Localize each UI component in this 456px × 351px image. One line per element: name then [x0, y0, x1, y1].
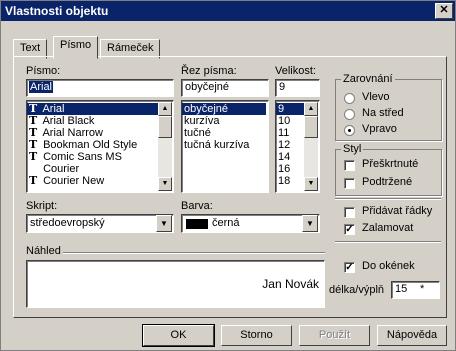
font-list-scrollbar[interactable]: ▲ ▼	[158, 102, 172, 191]
scroll-thumb[interactable]	[304, 116, 318, 138]
length-input[interactable]: 15 *	[391, 281, 440, 299]
size-list-item[interactable]: 16	[276, 163, 304, 175]
size-list-item[interactable]: 12	[276, 139, 304, 151]
align-left-radio[interactable]	[344, 93, 355, 104]
divider	[335, 241, 441, 243]
style-input[interactable]: obyčejné	[181, 79, 269, 97]
fill-value: *	[420, 283, 425, 295]
script-select[interactable]: středoevropský	[26, 214, 174, 233]
font-item-label: Arial Black	[42, 115, 95, 127]
script-value: středoevropský	[30, 217, 105, 229]
style-list-item[interactable]: tučné	[182, 127, 266, 139]
style-list-item[interactable]: obyčejné	[182, 103, 266, 115]
tab-frame-label: Rámeček	[107, 42, 154, 54]
tab-font-label: Písmo	[60, 39, 92, 51]
wrap-label[interactable]: Zalamovat	[362, 222, 413, 234]
font-list-item[interactable]: Courier	[27, 163, 159, 175]
font-item-label: Bookman Old Style	[43, 139, 138, 151]
truetype-icon: T	[29, 150, 38, 163]
color-value: černá	[212, 217, 240, 229]
title-bar[interactable]: Vlastnosti objektu ✕	[1, 1, 455, 21]
scroll-up-icon[interactable]: ▲	[304, 102, 318, 116]
preview-box: Jan Novák	[26, 260, 325, 308]
size-list-item[interactable]: 14	[276, 151, 304, 163]
size-list-item[interactable]: 9	[276, 103, 304, 115]
align-center-radio[interactable]	[344, 109, 355, 120]
font-list[interactable]: T Arial T Arial Black T Arial Narrow T B…	[26, 100, 174, 193]
alignment-label: Zarovnání	[341, 73, 395, 85]
font-input[interactable]: Arial	[26, 79, 174, 97]
cancel-button[interactable]: Storno	[221, 325, 292, 346]
divider	[63, 252, 325, 254]
window-title: Vlastnosti objektu	[5, 4, 109, 18]
style-list-rows: obyčejné kurzíva tučné tučná kurzíva	[182, 103, 266, 151]
add-lines-label[interactable]: Přidávat řádky	[362, 205, 432, 217]
chevron-down-icon[interactable]: ▼	[302, 215, 318, 232]
styl-label: Styl	[341, 143, 364, 155]
font-item-label: Courier	[43, 163, 80, 175]
font-input-value: Arial	[29, 81, 54, 93]
scroll-thumb[interactable]	[158, 116, 172, 138]
close-icon[interactable]: ✕	[435, 3, 453, 19]
help-button[interactable]: Nápověda	[377, 325, 447, 346]
wrap-checkbox[interactable]: ✓	[344, 224, 355, 235]
dialog-window: Vlastnosti objektu ✕ Text Písmo Rámeček …	[0, 0, 456, 351]
chevron-down-icon[interactable]: ▼	[156, 215, 172, 232]
size-list-rows: 9 10 11 12 14 16 18	[276, 103, 304, 187]
do-okenek-label[interactable]: Do okének	[362, 260, 415, 272]
align-right-label[interactable]: Vpravo	[362, 123, 397, 135]
add-lines-checkbox[interactable]	[344, 207, 355, 218]
script-label: Skript:	[26, 200, 58, 212]
strike-label[interactable]: Přeškrtnuté	[362, 158, 418, 170]
align-right-radio[interactable]	[344, 125, 355, 136]
truetype-icon: T	[29, 174, 38, 187]
style-list-item[interactable]: tučná kurzíva	[182, 139, 266, 151]
align-left-label[interactable]: Vlevo	[362, 91, 390, 103]
font-list-item[interactable]: T Comic Sans MS	[27, 150, 159, 164]
scroll-down-icon[interactable]: ▼	[304, 177, 318, 191]
preview-label: Náhled	[26, 245, 61, 257]
style-list[interactable]: obyčejné kurzíva tučné tučná kurzíva	[181, 100, 269, 193]
size-list-item[interactable]: 11	[276, 127, 304, 139]
font-item-label: Arial Narrow	[42, 127, 103, 139]
preview-text: Jan Novák	[262, 277, 319, 291]
font-label: Písmo:	[26, 65, 61, 77]
font-list-item[interactable]: T Arial Narrow	[27, 127, 159, 140]
font-list-item[interactable]: T Bookman Old Style	[27, 139, 159, 152]
style-label: Řez písma:	[181, 65, 237, 77]
apply-button[interactable]: Použít	[299, 325, 370, 346]
scroll-down-icon[interactable]: ▼	[158, 177, 172, 191]
size-input[interactable]: 9	[275, 79, 320, 97]
font-list-item[interactable]: T Arial	[27, 103, 159, 115]
divider	[335, 198, 441, 200]
font-list-item[interactable]: T Arial Black	[27, 115, 159, 128]
tab-font[interactable]: Písmo	[53, 36, 99, 59]
size-list-item[interactable]: 10	[276, 115, 304, 127]
color-label: Barva:	[181, 200, 213, 212]
length-value: 15	[395, 283, 408, 295]
underline-label[interactable]: Podtržené	[362, 176, 412, 188]
style-list-item[interactable]: kurzíva	[182, 115, 266, 127]
underline-checkbox[interactable]	[344, 178, 355, 189]
size-list[interactable]: 9 10 11 12 14 16 18 ▲ ▼	[275, 100, 320, 193]
size-list-scrollbar[interactable]: ▲ ▼	[304, 102, 318, 191]
length-label: délka/výplň	[329, 284, 385, 296]
font-list-rows: T Arial T Arial Black T Arial Narrow T B…	[27, 103, 159, 187]
size-list-item[interactable]: 18	[276, 175, 304, 187]
scroll-up-icon[interactable]: ▲	[158, 102, 172, 116]
align-center-label[interactable]: Na střed	[362, 107, 404, 119]
size-label: Velikost:	[275, 65, 316, 77]
color-select[interactable]: černá	[181, 214, 320, 233]
do-okenek-checkbox[interactable]: ✓	[344, 262, 355, 273]
tab-text-label: Text	[20, 42, 41, 54]
font-list-item[interactable]: T Courier New	[27, 174, 159, 188]
font-item-label: Courier New	[43, 175, 105, 187]
font-item-label: Arial	[42, 103, 65, 115]
strike-checkbox[interactable]	[344, 160, 355, 171]
color-swatch	[186, 219, 208, 229]
font-item-label: Comic Sans MS	[43, 151, 122, 163]
ok-button[interactable]: OK	[142, 324, 215, 347]
